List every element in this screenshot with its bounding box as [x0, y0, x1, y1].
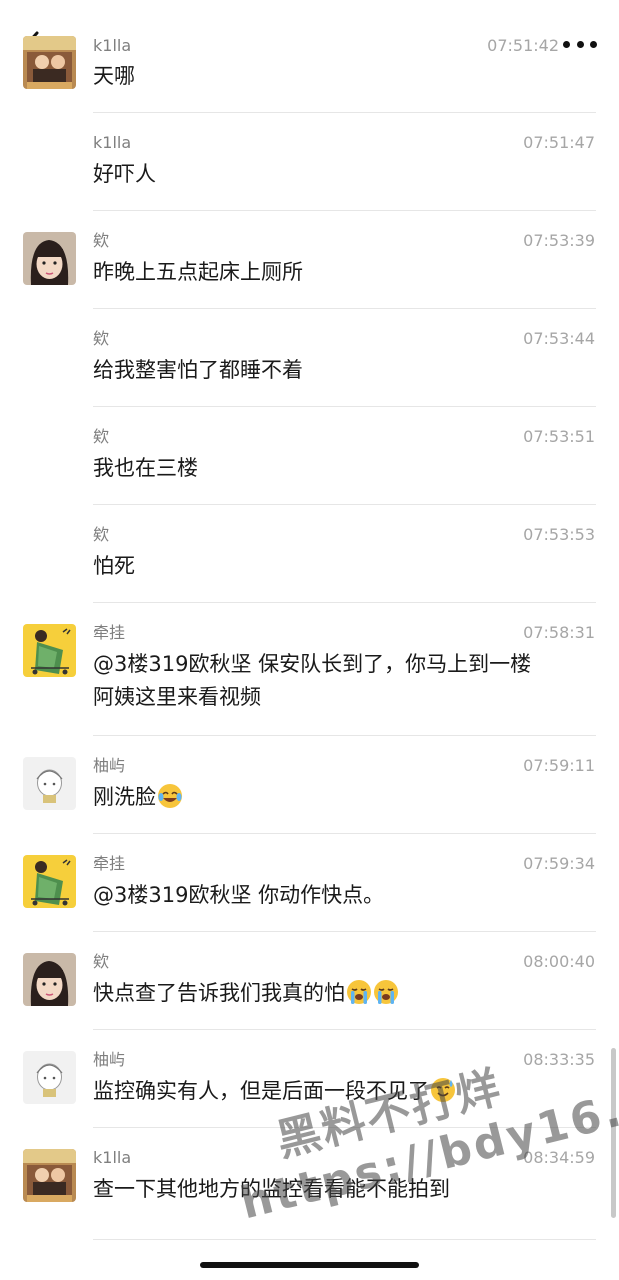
divider: [93, 833, 596, 834]
message-text: 好吓人: [93, 162, 156, 186]
watermark-text: 黑料不打烊: [271, 1061, 507, 1167]
sender-name: 柚屿: [93, 1050, 126, 1069]
sender-name: k1lla: [93, 1148, 132, 1167]
message-time: 07:53:39: [523, 231, 595, 250]
message-time: 08:00:40: [523, 952, 595, 971]
message-time: 07:59:34: [523, 854, 595, 873]
message-text: 给我整害怕了都睡不着: [93, 358, 303, 382]
k1lla-avatar[interactable]: [23, 36, 76, 89]
message-text-content: 快点查了告诉我们我真的怕: [93, 981, 345, 1005]
sender-name: 牵挂: [93, 854, 126, 873]
message-text-line: 阿姨这里来看视频: [93, 685, 261, 709]
youyu-avatar[interactable]: [23, 1051, 76, 1104]
k1lla-avatar[interactable]: [23, 1149, 76, 1202]
message-text: @3楼319欧秋坚 保安队长到了，你马上到一楼 阿姨这里来看视频: [93, 648, 593, 714]
message-text-content: 监控确实有人，但是后面一段不见了: [93, 1079, 429, 1103]
divider: [93, 1029, 596, 1030]
sender-name: 欸: [93, 427, 110, 446]
sender-name: k1lla: [93, 133, 132, 152]
loudly-crying-face-icon: [373, 979, 399, 1005]
message-time: 08:33:35: [523, 1050, 595, 1069]
sender-name: 欸: [93, 525, 110, 544]
home-indicator[interactable]: [200, 1262, 419, 1268]
message-time: 07:51:42: [487, 36, 559, 55]
message-text: 快点查了告诉我们我真的怕: [93, 977, 593, 1010]
more-button[interactable]: [563, 34, 597, 54]
youyu-avatar[interactable]: [23, 757, 76, 810]
message-time: 07:51:47: [523, 133, 595, 152]
message-time: 07:58:31: [523, 623, 595, 642]
message-text: 查一下其他地方的监控看看能不能拍到: [93, 1177, 450, 1201]
sender-name: 牵挂: [93, 623, 126, 642]
message-text: 我也在三楼: [93, 456, 198, 480]
loudly-crying-face-icon: [346, 979, 372, 1005]
message-text-line: @3楼319欧秋坚 保安队长到了，你马上到一楼: [93, 652, 532, 676]
message-time: 07:53:53: [523, 525, 595, 544]
message-text: 监控确实有人，但是后面一段不见了: [93, 1075, 593, 1108]
divider: [93, 1239, 596, 1240]
message-text-content: 刚洗脸: [93, 785, 156, 809]
face-with-tears-of-joy-icon: [157, 783, 183, 809]
sender-name: k1lla: [93, 36, 132, 55]
message-time: 07:53:44: [523, 329, 595, 348]
divider: [93, 1127, 596, 1128]
sender-name: 欸: [93, 329, 110, 348]
scrollbar[interactable]: [611, 1048, 616, 1218]
girl-avatar[interactable]: [23, 953, 76, 1006]
sweat-smile-icon: [430, 1077, 456, 1103]
message-time: 07:53:51: [523, 427, 595, 446]
message-text: @3楼319欧秋坚 你动作快点。: [93, 883, 385, 907]
divider: [93, 735, 596, 736]
message-text: 昨晚上五点起床上厕所: [93, 260, 303, 284]
watermark: 黑料不打烊 https://bdy16.co: [190, 976, 619, 1264]
divider: [93, 406, 596, 407]
divider: [93, 504, 596, 505]
divider: [93, 210, 596, 211]
qiangua-avatar[interactable]: [23, 855, 76, 908]
girl-avatar[interactable]: [23, 232, 76, 285]
divider: [93, 602, 596, 603]
sender-name: 欸: [93, 952, 110, 971]
message-text: 天哪: [93, 64, 135, 88]
more-dots-icon: [563, 40, 570, 48]
message-text: 刚洗脸: [93, 781, 593, 814]
divider: [93, 112, 596, 113]
message-time: 08:34:59: [523, 1148, 595, 1167]
sender-name: 欸: [93, 231, 110, 250]
qiangua-avatar[interactable]: [23, 624, 76, 677]
message-time: 07:59:11: [523, 756, 595, 775]
message-text: 怕死: [93, 554, 135, 578]
divider: [93, 308, 596, 309]
divider: [93, 931, 596, 932]
sender-name: 柚屿: [93, 756, 126, 775]
